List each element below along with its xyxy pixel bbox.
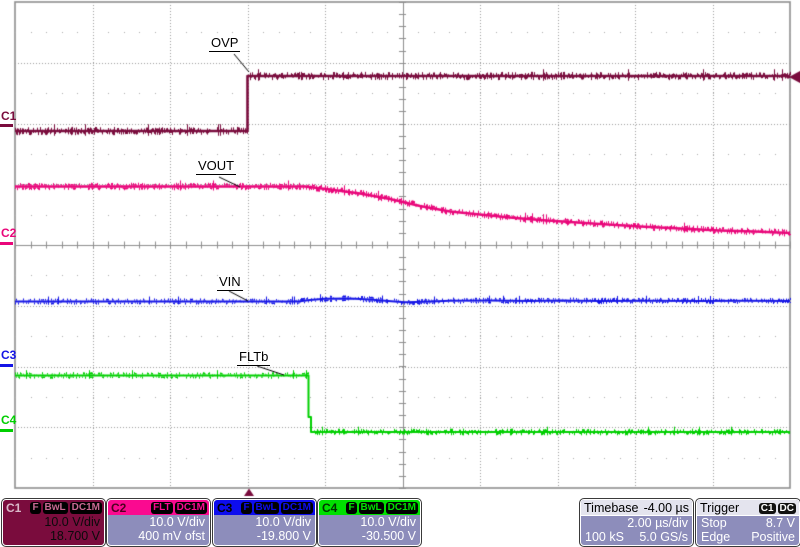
channel-offset-value: 400 mV ofst: [108, 529, 209, 543]
trigger-type: Edge: [701, 530, 730, 544]
waveform-display: [0, 0, 800, 497]
timebase-samples: 100 kS: [585, 530, 624, 544]
channel-descriptor-c1[interactable]: C1 FBwLDC1M 10.0 V/div 18.700 V: [2, 499, 105, 546]
trigger-coupling-badge: DC: [778, 503, 796, 514]
channel-volts-per-div: 10.0 V/div: [108, 515, 209, 529]
channel-marker-bar-c3: [0, 364, 13, 367]
channel-id: C2: [110, 501, 126, 515]
trigger-mode-row: Stop 8.7 V: [697, 516, 799, 530]
trigger-mode: Stop: [701, 516, 727, 530]
status-bar: C1 FBwLDC1M 10.0 V/div 18.700 V C2 FLTDC…: [0, 497, 800, 547]
timebase-scale: 2.00 µs/div: [627, 516, 688, 530]
trigger-source-badge: C1: [759, 503, 776, 514]
channel-marker-bar-c2: [0, 242, 13, 245]
waveform-label-fltb: FLTb: [237, 350, 270, 366]
channel-badge-bwl: BwL: [254, 502, 279, 514]
channel-volts-per-div: 10.0 V/div: [3, 515, 104, 529]
waveform-label-vout: VOUT: [196, 159, 236, 175]
channel-badge-dc1m: DC1M: [175, 502, 207, 514]
trigger-level: 8.7 V: [766, 516, 795, 530]
channel-badges: FLTDC1M: [151, 502, 207, 514]
channel-badge-bwl: BwL: [359, 502, 384, 514]
timebase-offset: -4.00 µs: [644, 501, 689, 515]
waveform-label-ovp: OVP: [209, 36, 240, 52]
channel-descriptor-c3[interactable]: C3 FBwLDC1M 10.0 V/div -19.800 V: [213, 499, 316, 546]
channel-id: C3: [216, 501, 232, 515]
channel-volts-per-div: 10.0 V/div: [214, 515, 315, 529]
channel-header: C4 FBwLDC1M: [319, 500, 420, 515]
channel-marker-c3[interactable]: C3: [1, 349, 16, 361]
channel-marker-bar-c4: [0, 429, 13, 432]
channel-badges: FBwLDC1M: [30, 502, 102, 514]
channel-id: C4: [321, 501, 337, 515]
channel-header: C2 FLTDC1M: [108, 500, 209, 515]
waveform-label-vin: VIN: [217, 275, 243, 291]
timebase-box[interactable]: Timebase -4.00 µs 2.00 µs/div 100 kS 5.0…: [580, 499, 693, 546]
timebase-rate: 5.0 GS/s: [639, 530, 688, 544]
channel-id: C1: [5, 501, 21, 515]
trigger-title: Trigger: [700, 501, 739, 515]
trigger-badges: C1DC: [757, 500, 796, 515]
channel-badge-bwl: BwL: [43, 502, 68, 514]
channel-header: C1 FBwLDC1M: [3, 500, 104, 515]
channel-badge-f: F: [30, 502, 40, 514]
channel-badge-dc1m: DC1M: [386, 502, 418, 514]
channel-descriptor-c2[interactable]: C2 FLTDC1M 10.0 V/div 400 mV ofst: [107, 499, 210, 546]
channel-marker-c1[interactable]: C1: [1, 110, 16, 122]
timebase-header: Timebase -4.00 µs: [581, 500, 692, 516]
channel-badge-dc1m: DC1M: [70, 502, 102, 514]
channel-volts-per-div: 10.0 V/div: [319, 515, 420, 529]
timebase-scale-row: 2.00 µs/div: [581, 516, 692, 530]
channel-marker-c4[interactable]: C4: [1, 414, 16, 426]
trigger-type-row: Edge Positive: [697, 530, 799, 544]
trigger-box[interactable]: Trigger C1DC Stop 8.7 V Edge Positive: [696, 499, 800, 546]
channel-offset-value: 18.700 V: [3, 529, 104, 543]
channel-marker-c2[interactable]: C2: [1, 227, 16, 239]
channel-header: C3 FBwLDC1M: [214, 500, 315, 515]
channel-badges: FBwLDC1M: [241, 502, 313, 514]
oscilloscope-screen: OVPVOUTVINFLTbC1C2C3C4 C1 FBwLDC1M 10.0 …: [0, 0, 800, 547]
channel-offset-value: -19.800 V: [214, 529, 315, 543]
channel-marker-bar-c1: [0, 124, 13, 127]
trigger-slope: Positive: [751, 530, 795, 544]
channel-badge-flt: FLT: [151, 502, 173, 514]
timebase-sampling-row: 100 kS 5.0 GS/s: [581, 530, 692, 544]
channel-offset-value: -30.500 V: [319, 529, 420, 543]
trigger-header: Trigger C1DC: [697, 500, 799, 516]
channel-descriptor-c4[interactable]: C4 FBwLDC1M 10.0 V/div -30.500 V: [318, 499, 421, 546]
channel-badge-dc1m: DC1M: [281, 502, 313, 514]
channel-badge-f: F: [346, 502, 356, 514]
timebase-title: Timebase: [584, 501, 638, 515]
channel-badges: FBwLDC1M: [346, 502, 418, 514]
channel-badge-f: F: [241, 502, 251, 514]
